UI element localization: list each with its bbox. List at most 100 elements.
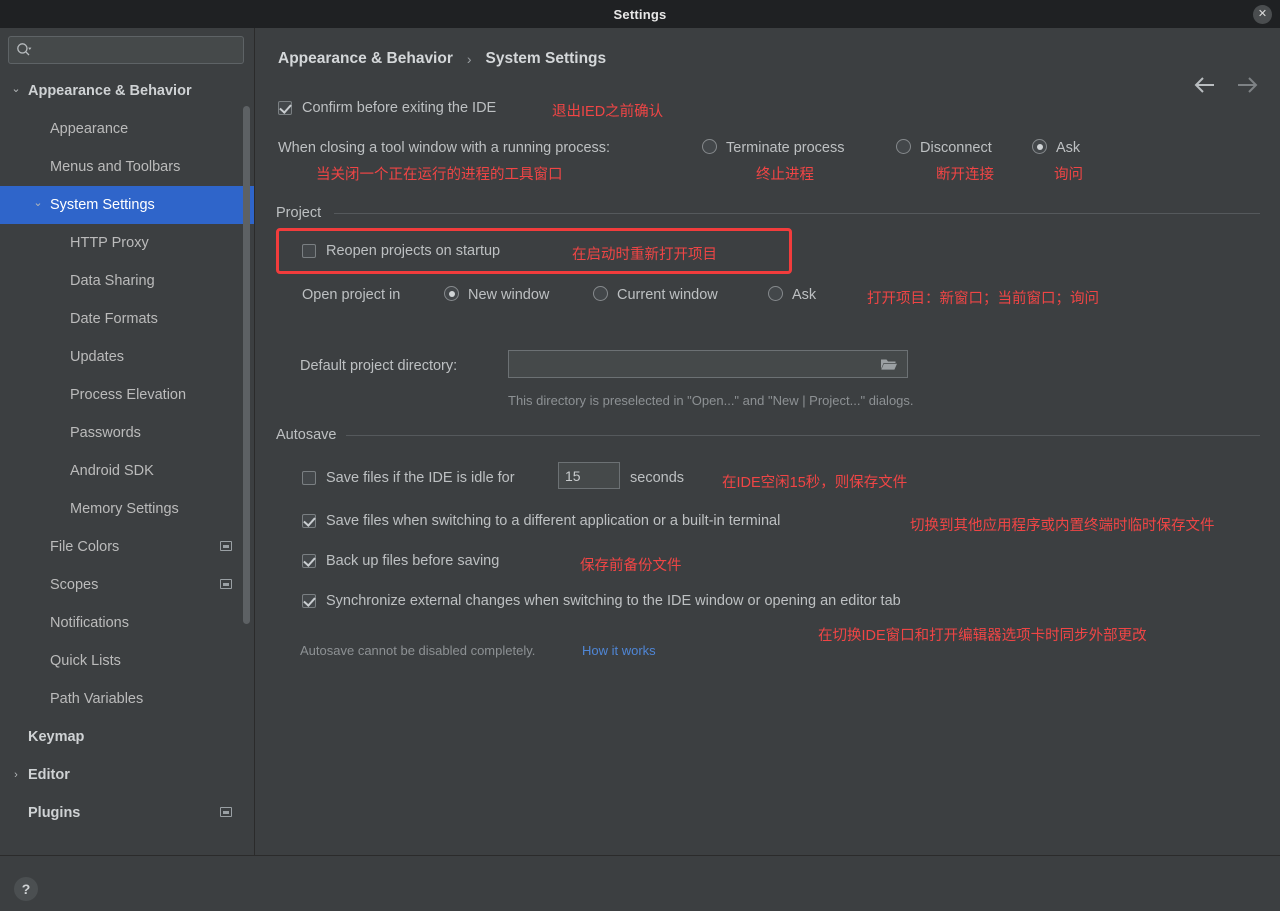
default-project-directory-hint: This directory is preselected in "Open..… (508, 393, 914, 408)
how-it-works-link[interactable]: How it works (582, 643, 656, 658)
sidebar-item-memory-settings[interactable]: Memory Settings (0, 490, 254, 528)
sidebar-item-appearance[interactable]: Appearance (0, 110, 254, 148)
search-box[interactable] (8, 36, 244, 64)
default-project-directory-input[interactable] (509, 351, 849, 377)
switch-app-save-annotation: 切换到其他应用程序或内置终端时临时保存文件 (910, 518, 1215, 534)
folder-icon[interactable] (871, 351, 907, 377)
idle-save-label-after: seconds (630, 470, 685, 486)
sync-external-annotation: 在切换IDE窗口和打开编辑器选项卡时同步外部更改 (818, 628, 1147, 644)
settings-tree: ⌄ Appearance & Behavior Appearance Menus an… (0, 72, 254, 832)
sidebar-item-menus-and-toolbars[interactable]: Menus and Toolbars (0, 148, 254, 186)
breadcrumb: Appearance & Behavior › System Settings (278, 50, 606, 68)
scheme-badge-icon (220, 579, 232, 589)
radio-disconnect-label: Disconnect (920, 140, 992, 156)
sidebar-item-path-variables[interactable]: Path Variables (0, 680, 254, 718)
chevron-down-icon[interactable]: ⌄ (32, 197, 44, 209)
sidebar-item-label: Process Elevation (70, 387, 187, 403)
sidebar-item-plugins[interactable]: Plugins (0, 794, 254, 832)
sidebar-item-label: Appearance & Behavior (28, 83, 192, 99)
scheme-badge-icon (220, 541, 232, 551)
sidebar-item-label: Editor (28, 767, 70, 783)
sync-external-checkbox[interactable] (302, 594, 316, 608)
search-input[interactable] (37, 37, 239, 63)
radio-open-ask-label: Ask (792, 287, 817, 303)
radio-ask[interactable] (1032, 139, 1047, 154)
sync-external-label: Synchronize external changes when switch… (326, 593, 901, 609)
chevron-right-icon[interactable]: › (10, 769, 22, 781)
sidebar-item-label: Android SDK (70, 463, 154, 479)
project-group-divider (334, 213, 1260, 214)
sidebar-item-label: Date Formats (70, 311, 158, 327)
radio-new-window-label: New window (468, 287, 550, 303)
radio-open-ask[interactable] (768, 286, 783, 301)
autosave-footnote: Autosave cannot be disabled completely. (300, 643, 536, 658)
settings-sidebar: ⌄ Appearance & Behavior Appearance Menus an… (0, 28, 255, 855)
sidebar-item-label: Keymap (28, 729, 85, 745)
sidebar-item-quick-lists[interactable]: Quick Lists (0, 642, 254, 680)
chevron-right-icon: › (466, 51, 472, 67)
help-icon[interactable]: ? (14, 877, 38, 901)
sidebar-item-appearance-behavior[interactable]: ⌄ Appearance & Behavior (0, 72, 254, 110)
arrow-right-icon[interactable] (1234, 73, 1260, 97)
arrow-left-icon[interactable] (1192, 73, 1218, 97)
switch-app-save-checkbox[interactable] (302, 514, 316, 528)
default-project-directory-field[interactable] (508, 350, 908, 378)
sidebar-item-keymap[interactable]: Keymap (0, 718, 254, 756)
sidebar-item-date-formats[interactable]: Date Formats (0, 300, 254, 338)
sidebar-item-android-sdk[interactable]: Android SDK (0, 452, 254, 490)
sidebar-item-process-elevation[interactable]: Process Elevation (0, 376, 254, 414)
sidebar-item-label: System Settings (50, 197, 155, 213)
sidebar-item-notifications[interactable]: Notifications (0, 604, 254, 642)
sidebar-item-label: Appearance (50, 121, 129, 137)
sidebar-item-label: File Colors (50, 539, 120, 555)
sidebar-scrollbar[interactable] (243, 106, 250, 624)
breadcrumb-leaf: System Settings (485, 50, 607, 67)
sidebar-item-label: HTTP Proxy (70, 235, 149, 251)
open-project-in-annotation: 打开项目：新窗口；当前窗口；询问 (867, 291, 1099, 307)
radio-current-window-label: Current window (617, 287, 718, 303)
switch-app-save-label: Save files when switching to a different… (326, 513, 781, 529)
open-project-in-label: Open project in (302, 287, 401, 303)
sidebar-item-scopes[interactable]: Scopes (0, 566, 254, 604)
backup-files-checkbox[interactable] (302, 554, 316, 568)
sidebar-item-label: Menus and Toolbars (50, 159, 181, 175)
sidebar-item-http-proxy[interactable]: HTTP Proxy (0, 224, 254, 262)
idle-save-checkbox[interactable] (302, 471, 316, 485)
radio-terminate-process-annotation: 终止进程 (756, 167, 814, 183)
sidebar-item-file-colors[interactable]: File Colors (0, 528, 254, 566)
sidebar-item-editor[interactable]: › Editor (0, 756, 254, 794)
scheme-badge-icon (220, 807, 232, 817)
radio-disconnect[interactable] (896, 139, 911, 154)
confirm-exit-annotation: 退出IED之前确认 (552, 104, 664, 120)
idle-save-seconds-input[interactable] (558, 462, 620, 489)
chevron-down-icon[interactable]: ⌄ (10, 83, 22, 95)
reopen-projects-checkbox[interactable] (302, 244, 316, 258)
window-titlebar: Settings ✕ (0, 0, 1280, 28)
idle-save-label-before: Save files if the IDE is idle for (326, 470, 515, 486)
sidebar-item-label: Scopes (50, 577, 99, 593)
window-title: Settings (613, 6, 667, 22)
radio-current-window[interactable] (593, 286, 608, 301)
settings-main-panel: Appearance & Behavior › System Settings … (256, 28, 1280, 855)
radio-terminate-process[interactable] (702, 139, 717, 154)
radio-new-window[interactable] (444, 286, 459, 301)
sidebar-item-label: Plugins (28, 805, 81, 821)
search-icon (16, 42, 32, 58)
settings-dialog: Settings ✕ ⌄ Appearance & Behavior Appeara… (0, 0, 1280, 911)
sidebar-item-data-sharing[interactable]: Data Sharing (0, 262, 254, 300)
sidebar-item-system-settings[interactable]: ⌄ System Settings (0, 186, 254, 224)
default-project-directory-label: Default project directory: (300, 358, 458, 374)
sidebar-item-label: Passwords (70, 425, 141, 441)
sidebar-item-passwords[interactable]: Passwords (0, 414, 254, 452)
reopen-projects-label: Reopen projects on startup (326, 243, 501, 259)
close-icon[interactable]: ✕ (1253, 5, 1272, 24)
breadcrumb-root[interactable]: Appearance & Behavior (278, 50, 453, 68)
radio-disconnect-annotation: 断开连接 (936, 167, 994, 183)
confirm-exit-checkbox[interactable] (278, 101, 292, 115)
sidebar-item-label: Updates (70, 349, 125, 365)
autosave-group-divider (346, 435, 1260, 436)
autosave-group-title: Autosave (276, 427, 345, 443)
closing-tool-window-label: When closing a tool window with a runnin… (278, 140, 611, 156)
sidebar-item-updates[interactable]: Updates (0, 338, 254, 376)
radio-ask-annotation: 询问 (1054, 167, 1083, 183)
